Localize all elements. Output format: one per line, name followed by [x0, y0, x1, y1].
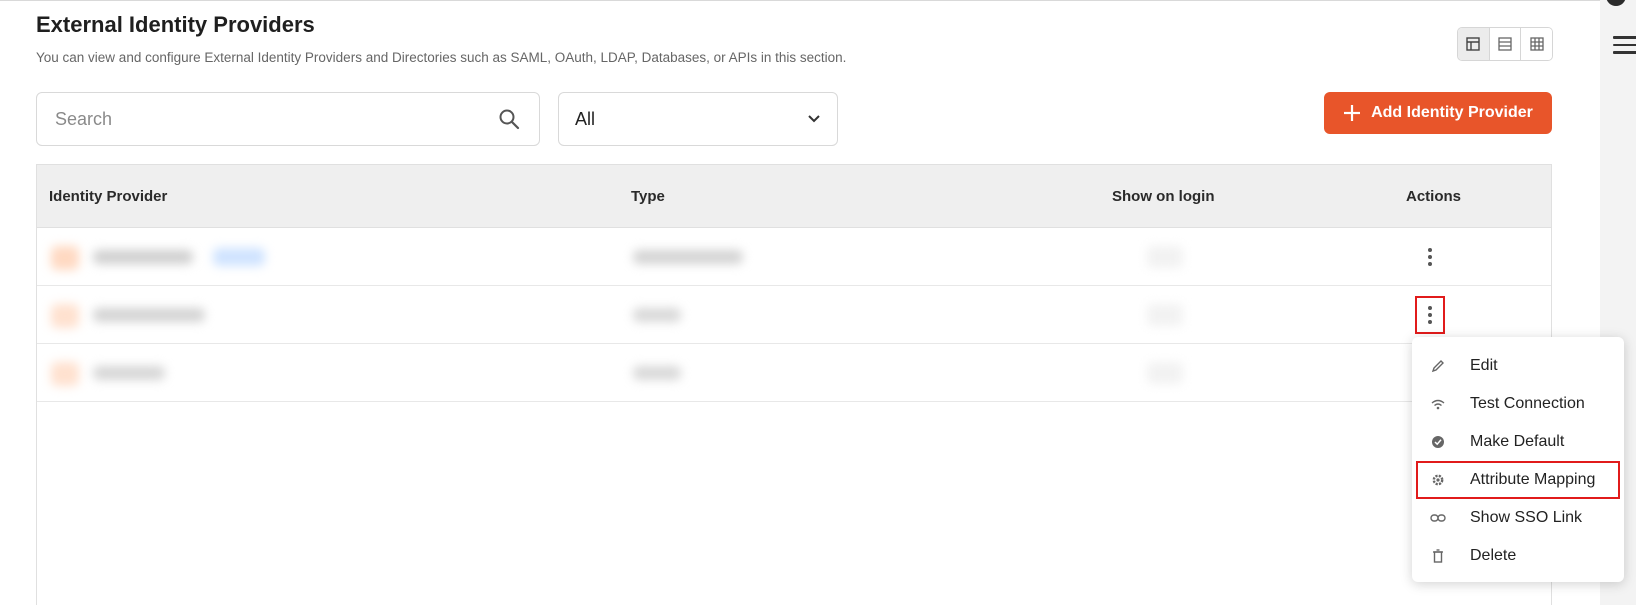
blurred-provider-icon [51, 304, 79, 328]
card-view-icon [1466, 37, 1481, 51]
menu-item-label: Attribute Mapping [1470, 471, 1596, 488]
blurred-type [633, 308, 681, 322]
page-description: You can view and configure External Iden… [36, 50, 847, 65]
blurred-provider-icon [51, 362, 79, 386]
pencil-icon [1431, 360, 1444, 373]
blurred-type [633, 250, 743, 264]
blurred-provider-name [93, 308, 205, 322]
link-icon [1430, 514, 1446, 522]
identity-provider-table: Identity Provider Type Show on login Act… [36, 164, 1552, 605]
menu-item-make-default[interactable]: Make Default [1412, 423, 1624, 461]
type-filter-select[interactable]: All [558, 92, 838, 146]
view-toggle [1457, 27, 1553, 61]
menu-item-label: Make Default [1470, 433, 1565, 450]
page-title: External Identity Providers [36, 12, 315, 37]
hamburger-menu-icon[interactable] [1613, 36, 1636, 54]
menu-item-attribute-mapping[interactable]: Attribute Mapping [1416, 461, 1620, 499]
gear-icon [1432, 474, 1444, 486]
add-identity-provider-label: Add Identity Provider [1371, 104, 1533, 121]
blurred-toggle [1147, 304, 1183, 326]
wifi-icon [1431, 399, 1445, 410]
column-header-type: Type [631, 188, 665, 205]
chevron-down-icon [808, 115, 820, 123]
blurred-type [633, 366, 681, 380]
blurred-provider-icon [51, 246, 79, 270]
blurred-toggle [1147, 362, 1183, 384]
blurred-toggle [1147, 246, 1183, 268]
blurred-provider-name [93, 250, 193, 264]
menu-item-label: Delete [1470, 547, 1517, 564]
column-header-actions: Actions [1406, 188, 1462, 205]
row-actions-menu: Edit Test Connection Make Default Attrib… [1412, 337, 1624, 582]
menu-item-show-sso-link[interactable]: Show SSO Link [1412, 499, 1624, 537]
add-identity-provider-button[interactable]: Add Identity Provider [1324, 92, 1552, 134]
table-row[interactable] [37, 286, 1551, 344]
menu-item-test-connection[interactable]: Test Connection [1412, 385, 1624, 423]
table-row[interactable] [37, 228, 1551, 286]
top-border [0, 0, 1600, 1]
menu-item-edit[interactable]: Edit [1412, 347, 1624, 385]
plus-icon [1344, 105, 1361, 121]
row-actions-button[interactable] [1418, 245, 1442, 269]
search-box [36, 92, 540, 146]
menu-item-label: Show SSO Link [1470, 509, 1583, 526]
column-header-show-on-login: Show on login [1112, 188, 1215, 205]
blurred-provider-name [93, 366, 165, 380]
trash-icon [1433, 549, 1443, 563]
filter-selected-value: All [575, 108, 596, 129]
card-view-button[interactable] [1458, 28, 1490, 60]
menu-item-label: Test Connection [1470, 395, 1585, 412]
blurred-default-badge [213, 248, 265, 266]
table-header: Identity Provider Type Show on login Act… [37, 165, 1551, 228]
search-icon[interactable] [497, 107, 521, 131]
table-row[interactable] [37, 344, 1551, 402]
check-circle-icon [1432, 436, 1444, 448]
menu-item-label: Edit [1470, 357, 1498, 374]
row-actions-button-active[interactable] [1415, 296, 1445, 334]
grid-view-button[interactable] [1521, 28, 1552, 60]
column-header-identity-provider: Identity Provider [49, 188, 168, 205]
list-view-button[interactable] [1489, 28, 1522, 60]
list-view-icon [1498, 37, 1512, 51]
search-input[interactable] [55, 108, 497, 130]
grid-view-icon [1530, 37, 1544, 51]
menu-item-delete[interactable]: Delete [1412, 537, 1624, 575]
